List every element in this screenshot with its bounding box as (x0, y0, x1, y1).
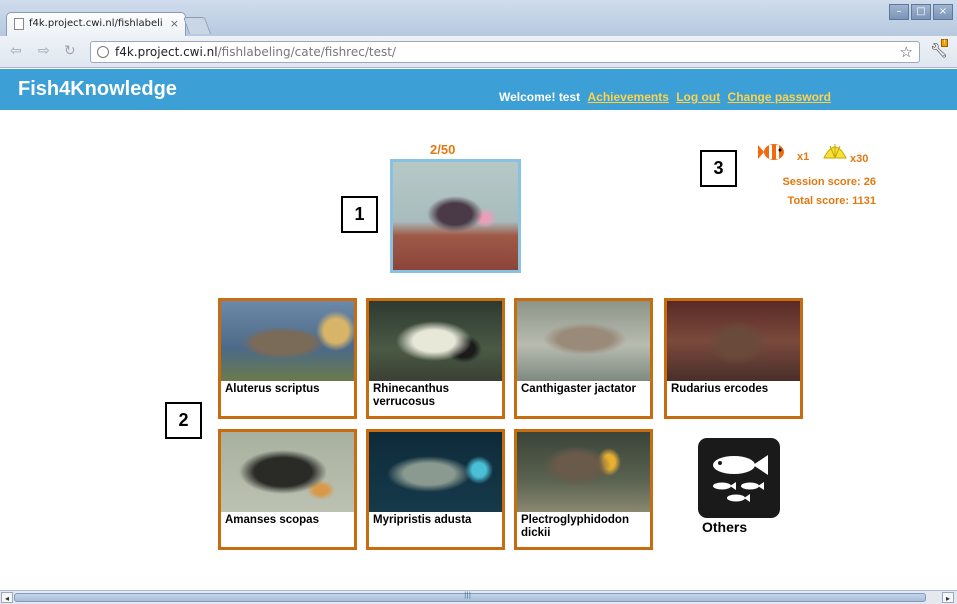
tab-close-icon[interactable]: × (170, 17, 179, 30)
globe-icon (97, 46, 109, 58)
browser-toolbar: ⇦ ⇨ ↻ f4k.project.cwi.nl/fishlabeling/ca… (0, 36, 957, 68)
session-score: Session score: 26 (782, 176, 876, 188)
annotation-marker-1: 1 (341, 196, 378, 233)
reload-icon[interactable]: ↻ (64, 43, 76, 59)
minimize-button[interactable]: – (889, 4, 909, 20)
progress-counter: 2/50 (430, 142, 456, 157)
query-fish-image (390, 159, 521, 273)
change-password-link[interactable]: Change password (728, 90, 831, 104)
username: test (558, 90, 581, 104)
total-score: Total score: 1131 (787, 195, 876, 207)
achievements-link[interactable]: Achievements (588, 90, 669, 104)
back-icon[interactable]: ⇦ (10, 43, 22, 59)
fish-badge-count: x1 (797, 151, 810, 163)
species-card[interactable]: Rhinecanthus verrucosus (366, 298, 505, 419)
forward-icon[interactable]: ⇨ (38, 43, 50, 59)
species-card[interactable]: Amanses scopas (218, 429, 357, 550)
annotation-marker-2: 2 (165, 402, 202, 439)
species-card[interactable]: Myripristis adusta (366, 429, 505, 550)
species-name: Amanses scopas (225, 514, 319, 526)
horizontal-scrollbar[interactable]: ◂ ||| ▸ (0, 590, 957, 604)
logout-link[interactable]: Log out (676, 90, 720, 104)
species-name: Canthigaster jactator (521, 383, 637, 395)
species-name: Rhinecanthus verrucosus (373, 383, 450, 408)
species-photo (369, 432, 502, 512)
welcome-text: Welcome! (499, 90, 556, 104)
close-window-button[interactable]: × (933, 4, 953, 20)
scroll-right-icon[interactable]: ▸ (942, 592, 954, 603)
species-name: Rudarius ercodes (671, 383, 769, 395)
badge-row: x1 x30 (752, 138, 882, 166)
site-header: Fish4Knowledge Welcome! test Achievement… (0, 69, 957, 110)
bookmark-star-icon[interactable]: ☆ (900, 43, 913, 61)
others-button[interactable] (698, 438, 780, 518)
browser-titlebar: f4k.project.cwi.nl/fishlabeli × – □ × (0, 0, 957, 36)
url-path: /fishlabeling/cate/fishrec/test/ (217, 45, 396, 59)
species-card[interactable]: Plectroglyphidodon dickii (514, 429, 653, 550)
species-name: Aluterus scriptus (225, 383, 320, 395)
species-name: Plectroglyphidodon dickii (521, 514, 629, 539)
annotation-marker-3: 3 (700, 150, 737, 187)
species-photo (517, 432, 650, 512)
species-card[interactable]: Canthigaster jactator (514, 298, 653, 419)
shell-badge-count: x30 (850, 153, 869, 165)
species-photo (221, 432, 354, 512)
site-logo[interactable]: Fish4Knowledge (18, 78, 177, 101)
scroll-left-icon[interactable]: ◂ (1, 592, 13, 603)
maximize-button[interactable]: □ (911, 4, 931, 20)
species-photo (517, 301, 650, 381)
school-of-fish-icon (713, 455, 768, 502)
update-badge-icon: ! (941, 39, 948, 47)
page-icon (14, 18, 24, 30)
url-host: f4k.project.cwi.nl (115, 45, 218, 59)
scroll-grip-icon: ||| (464, 591, 472, 599)
others-label: Others (702, 519, 748, 535)
new-tab-button[interactable] (182, 17, 212, 34)
species-card[interactable]: Aluterus scriptus (218, 298, 357, 419)
address-bar[interactable]: f4k.project.cwi.nl/fishlabeling/cate/fis… (90, 41, 920, 63)
species-photo (667, 301, 800, 381)
species-card[interactable]: Rudarius ercodes (664, 298, 803, 419)
user-nav: Welcome! test Achievements Log out Chang… (499, 90, 831, 104)
tab-title: f4k.project.cwi.nl/fishlabeli (29, 18, 163, 29)
species-name: Myripristis adusta (373, 514, 472, 526)
species-photo (369, 301, 502, 381)
shell-icon (823, 144, 847, 159)
species-photo (221, 301, 354, 381)
window-controls: – □ × (887, 4, 953, 20)
clownfish-icon (758, 144, 784, 160)
browser-tab[interactable]: f4k.project.cwi.nl/fishlabeli × (6, 12, 186, 36)
